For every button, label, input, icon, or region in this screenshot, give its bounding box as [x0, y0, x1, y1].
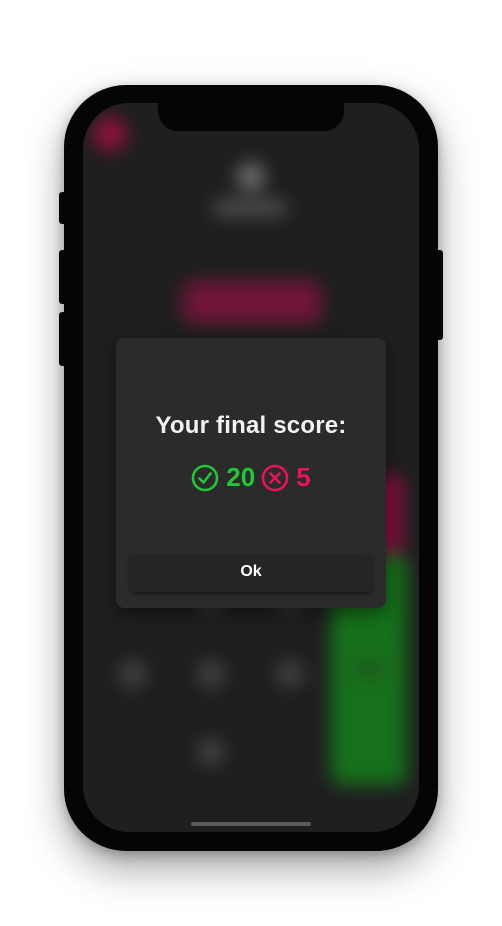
final-score-dialog: Your final score: 20 5 Ok: [116, 338, 386, 608]
check-circle-icon: [191, 464, 219, 492]
dialog-title: Your final score:: [155, 412, 347, 439]
correct-count: 20: [226, 462, 256, 492]
score-row: 20 5: [116, 462, 386, 493]
phone-power-button: [435, 250, 443, 340]
ok-button[interactable]: Ok: [130, 552, 372, 592]
home-indicator: [191, 822, 311, 826]
phone-volume-up-button: [59, 250, 67, 304]
x-circle-icon: [261, 464, 289, 492]
stage: Your final score: 20 5 Ok: [0, 0, 502, 926]
wrong-count: 5: [296, 462, 311, 492]
correct-score: 20: [191, 462, 255, 493]
phone-notch: [158, 103, 344, 131]
phone-silent-switch: [59, 192, 67, 224]
phone-volume-down-button: [59, 312, 67, 366]
wrong-score: 5: [261, 462, 311, 493]
